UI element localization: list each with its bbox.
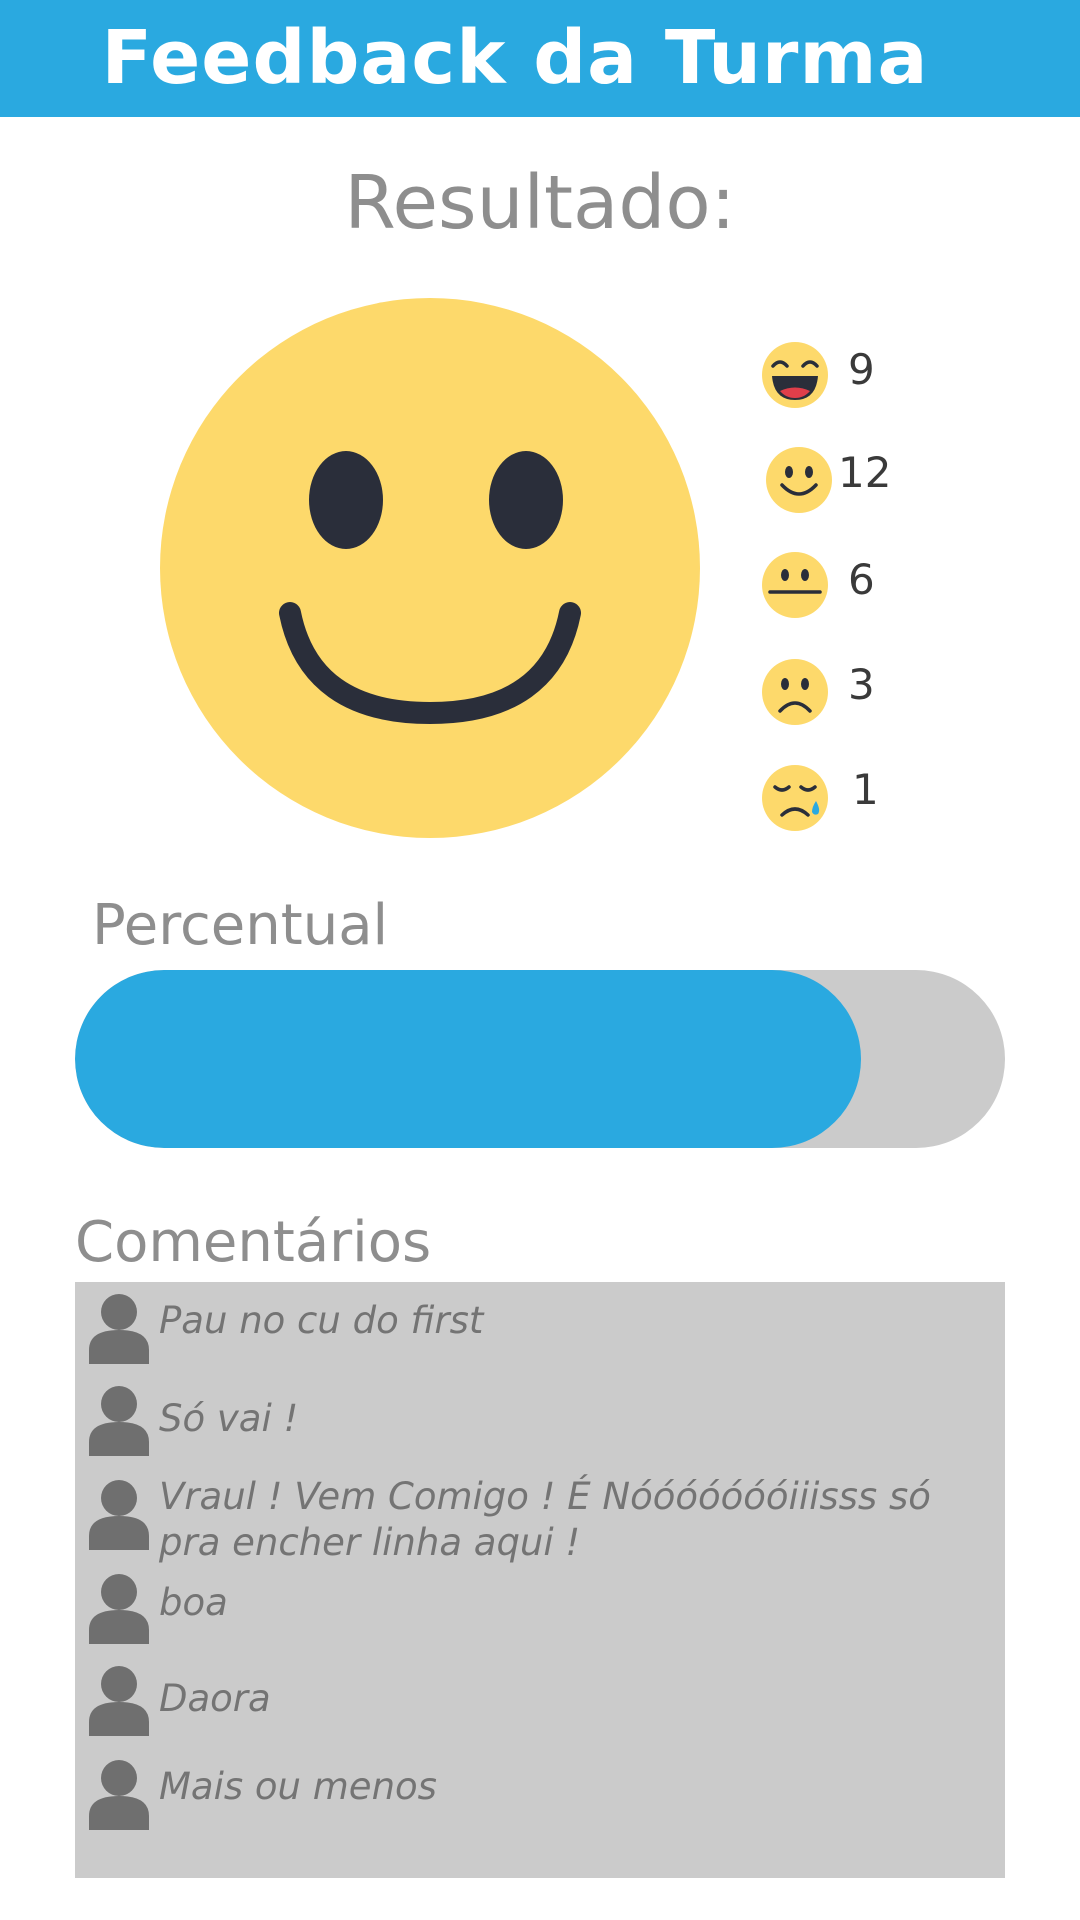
app-title: Feedback da Turma	[101, 15, 929, 101]
comment-text: Vraul ! Vem Comigo ! É Nóóóóóóóiiisss só…	[159, 1475, 931, 1564]
result-title: Resultado:	[344, 160, 736, 246]
comment-text: Daora	[159, 1677, 271, 1720]
smiling-count: 12	[838, 448, 892, 497]
user-avatar-icon	[89, 1294, 149, 1364]
sad-face-icon	[762, 659, 828, 725]
percentual-label: Percentual	[92, 893, 389, 958]
percentual-progress-fill	[75, 970, 861, 1148]
app-header: Feedback da Turma	[0, 0, 1080, 117]
comment-text: Pau no cu do first	[159, 1299, 484, 1342]
comment-text: Só vai !	[159, 1397, 299, 1440]
smiling-face-icon	[766, 447, 832, 513]
neutral-count: 6	[848, 555, 875, 604]
user-avatar-icon	[89, 1760, 149, 1830]
comment-text: boa	[159, 1581, 228, 1624]
laughing-count: 9	[848, 345, 875, 394]
crying-count: 1	[852, 765, 879, 814]
user-avatar-icon	[89, 1574, 149, 1644]
crying-face-icon	[762, 765, 828, 831]
neutral-face-icon	[762, 552, 828, 618]
smiling-face-icon	[160, 298, 700, 838]
comments-list: Pau no cu do first Só vai ! Vraul ! Vem …	[75, 1282, 1005, 1878]
percentual-progress-bar	[75, 970, 1005, 1148]
user-avatar-icon	[89, 1386, 149, 1456]
user-avatar-icon	[89, 1666, 149, 1736]
user-avatar-icon	[89, 1480, 149, 1550]
laughing-face-icon	[762, 342, 828, 408]
comment-text: Mais ou menos	[159, 1765, 437, 1808]
sad-count: 3	[848, 660, 875, 709]
comments-label: Comentários	[75, 1210, 432, 1275]
